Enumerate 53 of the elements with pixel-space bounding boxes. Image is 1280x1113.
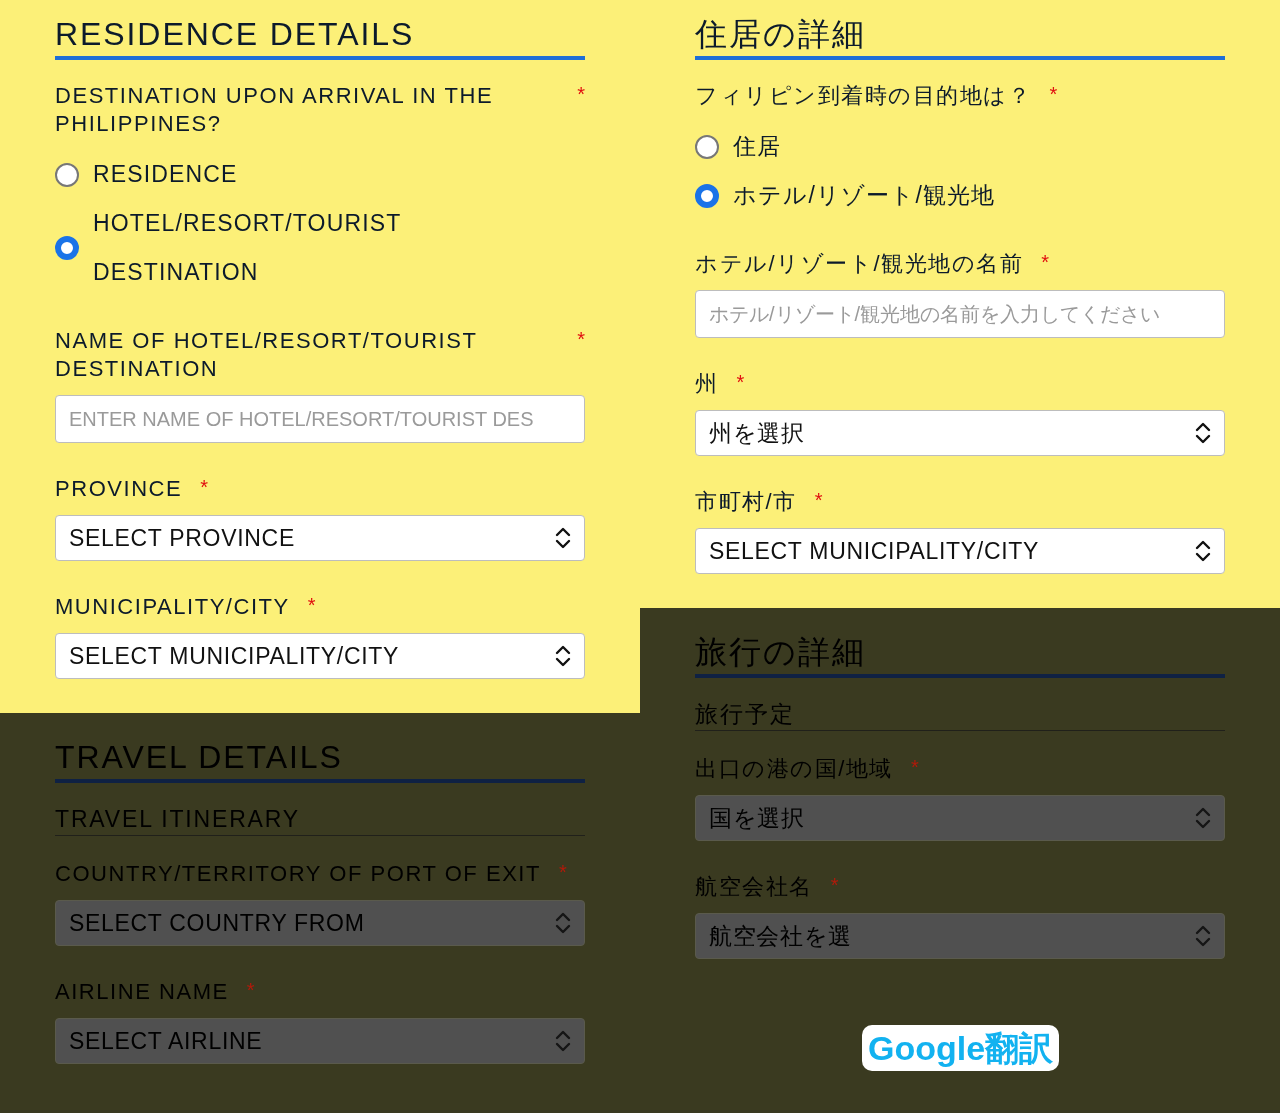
subsection-heading: 旅行予定 [695,700,1225,731]
field-label: PROVINCE [55,475,183,503]
field-label: DESTINATION UPON ARRIVAL IN THE PHILIPPINES? [55,82,495,138]
radio-option-label[interactable]: HOTEL/RESORT/TOURIST DESTINATION [93,199,453,297]
select-dropdown[interactable]: 州を選択 [695,410,1225,456]
field-label: AIRLINE NAME [55,978,229,1006]
chevron-updown-icon [555,1030,571,1052]
select-dropdown[interactable]: SELECT MUNICIPALITY/CITY [695,528,1225,574]
field-label: COUNTRY/TERRITORY OF PORT OF EXIT [55,860,541,888]
required-asterisk: * [200,475,209,499]
required-asterisk: * [577,327,585,351]
section-heading: 住居の詳細 [695,14,1225,60]
radio-button[interactable] [695,134,719,159]
required-asterisk: * [911,755,919,779]
radio-button[interactable] [695,183,719,208]
field-label: ホテル/リゾート/観光地の名前 [695,250,1024,278]
text-input-field[interactable]: ホテル/リゾート/観光地の名前を入力してください [695,290,1225,338]
required-asterisk: * [577,82,585,106]
required-asterisk: * [559,860,567,884]
radio-option-label[interactable]: 住居 [733,122,782,171]
required-asterisk: * [307,593,316,617]
caption-label: Google翻訳 [862,1025,1060,1071]
subsection-heading: TRAVEL ITINERARY [55,805,585,836]
chevron-updown-icon [1195,807,1211,829]
chevron-updown-icon [555,645,571,667]
select-dropdown[interactable]: SELECT PROVINCE [55,515,585,561]
field-label: 市町村/市 [695,488,797,516]
section-heading: RESIDENCE DETAILS [55,14,585,60]
section-heading: TRAVEL DETAILS [55,737,585,783]
required-asterisk: * [246,978,255,1002]
required-asterisk: * [830,873,839,897]
chevron-updown-icon [1195,422,1211,444]
required-asterisk: * [1041,250,1050,274]
radio-button[interactable] [55,162,79,187]
field-label: NAME OF HOTEL/RESORT/TOURIST DESTINATION [55,327,479,383]
chevron-updown-icon [1195,925,1211,947]
chevron-updown-icon [1195,540,1211,562]
field-label: MUNICIPALITY/CITY [55,593,290,621]
required-asterisk: * [736,370,745,394]
chevron-updown-icon [555,912,571,934]
select-dropdown[interactable]: SELECT MUNICIPALITY/CITY [55,633,585,679]
field-label: フィリピン到着時の目的地は？ [695,82,1032,110]
section-heading: 旅行の詳細 [695,632,1225,678]
radio-button[interactable] [55,236,79,260]
text-input-field[interactable]: ENTER NAME OF HOTEL/RESORT/TOURIST DES [55,395,585,443]
field-label: 出口の港の国/地域 [695,755,893,783]
radio-option-label[interactable]: RESIDENCE [93,150,238,199]
radio-option-label[interactable]: ホテル/リゾート/観光地 [733,171,996,220]
required-asterisk: * [1049,82,1058,106]
chevron-updown-icon [555,527,571,549]
field-label: 州 [695,370,719,398]
field-label: 航空会社名 [695,873,813,901]
required-asterisk: * [814,488,823,512]
